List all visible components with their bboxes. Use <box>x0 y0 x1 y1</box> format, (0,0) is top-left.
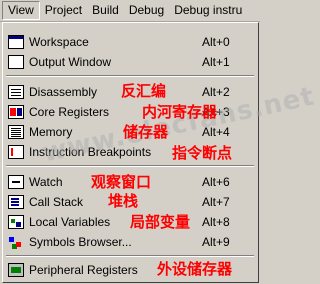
core-registers-icon <box>8 105 24 119</box>
menu-debug-instrument[interactable]: Debug instru <box>169 1 247 20</box>
menu-item-output-window[interactable]: Output Window Alt+1 <box>5 52 255 72</box>
memory-icon <box>8 125 24 139</box>
menu-project[interactable]: Project <box>40 1 87 20</box>
menu-separator <box>6 75 254 77</box>
local-variables-icon <box>8 215 24 229</box>
menu-debug[interactable]: Debug <box>124 1 169 20</box>
menu-separator <box>6 255 254 257</box>
menu-item-shortcut: Alt+8 <box>202 215 230 229</box>
menu-view[interactable]: View <box>2 1 40 20</box>
disassembly-icon <box>8 85 24 99</box>
menu-item-shortcut: Alt+6 <box>202 175 230 189</box>
menu-item-label: Core Registers <box>29 105 110 119</box>
annotation-local-variables: 局部变量 <box>130 213 191 231</box>
annotation-disassembly: 反汇编 <box>121 82 167 100</box>
annotation-core-registers: 内河寄存器 <box>142 103 218 121</box>
call-stack-icon <box>8 195 24 209</box>
annotation-memory: 储存器 <box>123 123 169 141</box>
menu-item-label: Disassembly <box>29 85 98 99</box>
watch-icon <box>8 175 24 189</box>
menu-item-label: Call Stack <box>29 195 84 209</box>
menu-item-shortcut: Alt+0 <box>202 35 230 49</box>
menu-item-shortcut: Alt+9 <box>202 235 230 249</box>
menu-item-label: Symbols Browser... <box>29 235 132 249</box>
annotation-watch: 观察窗口 <box>91 173 152 191</box>
peripheral-registers-icon <box>8 263 24 277</box>
menu-item-label: Local Variables <box>29 215 111 229</box>
menu-item-symbols-browser[interactable]: Symbols Browser... Alt+9 <box>5 232 255 252</box>
menu-item-shortcut: Alt+1 <box>202 55 230 69</box>
menu-item-label: Peripheral Registers <box>29 263 138 277</box>
workspace-icon <box>8 35 24 49</box>
menu-item-label: Output Window <box>29 55 112 69</box>
menu-item-workspace[interactable]: Workspace Alt+0 <box>5 32 255 52</box>
output-window-icon <box>8 55 24 69</box>
symbols-browser-icon <box>8 235 24 249</box>
annotation-breakpoints: 指令断点 <box>172 144 233 162</box>
menu-bar: View Project Build Debug Debug instru <box>0 0 260 22</box>
menu-item-label: Workspace <box>29 35 89 49</box>
annotation-call-stack: 堆栈 <box>108 192 139 210</box>
breakpoints-icon <box>8 145 24 159</box>
menu-item-label: Watch <box>29 175 63 189</box>
menu-item-shortcut: Alt+7 <box>202 195 230 209</box>
menu-separator <box>6 165 254 167</box>
annotation-peripheral-registers: 外设储存器 <box>157 260 233 278</box>
menu-build[interactable]: Build <box>87 1 124 20</box>
menu-item-shortcut: Alt+2 <box>202 85 230 99</box>
